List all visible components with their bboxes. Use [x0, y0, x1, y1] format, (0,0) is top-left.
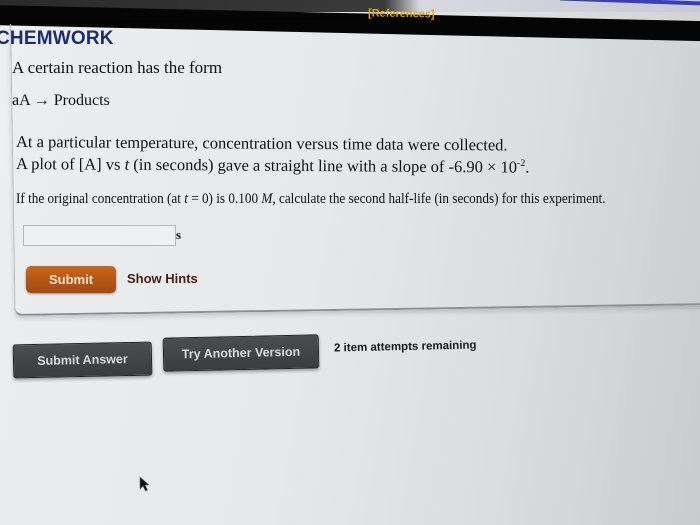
answer-unit: s — [176, 227, 182, 242]
submit-answer-button[interactable]: Submit Answer — [12, 341, 153, 379]
answer-input[interactable] — [23, 225, 176, 246]
try-another-version-button[interactable]: Try Another Version — [162, 334, 320, 372]
reaction-equation: aA → Products — [12, 92, 110, 109]
unit-molar: M — [261, 191, 273, 207]
question-line-3: If the original concentration (at t = 0)… — [16, 191, 606, 208]
text-part: . — [525, 157, 530, 177]
submit-button[interactable]: Submit — [26, 266, 116, 293]
text-part: (in seconds) gave a straight line with a… — [129, 154, 518, 177]
text-part: , calculate the second half-life (in sec… — [272, 191, 606, 207]
text-part: A plot of [A] vs — [15, 154, 125, 174]
question-line-2: A plot of [A] vs t (in seconds) gave a s… — [16, 154, 530, 178]
show-hints-link[interactable]: Show Hints — [127, 271, 198, 286]
question-intro: A certain reaction has the form — [12, 58, 223, 77]
brand-logo: CHEMWORK — [0, 28, 114, 49]
mouse-cursor-icon — [139, 476, 150, 492]
question-line-1: At a particular temperature, concentrati… — [15, 132, 508, 155]
text-part: If the original concentration (at — [16, 191, 185, 207]
text-part: = 0) is 0.100 — [187, 191, 262, 207]
attempts-remaining: 2 item attempts remaining — [333, 339, 477, 355]
